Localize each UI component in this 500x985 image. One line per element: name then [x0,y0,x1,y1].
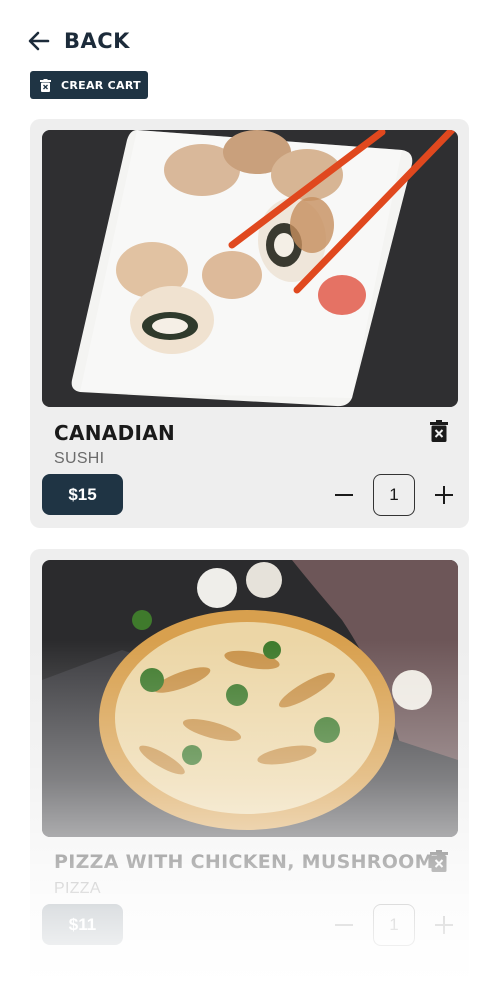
trash-icon [40,78,51,92]
clear-cart-label: CREAR CART [61,78,141,92]
quantity-field[interactable]: 1 [373,904,415,946]
plus-icon[interactable] [430,481,458,509]
item-category: PIZZA [54,880,101,897]
item-name: PIZZA WITH CHICKEN, MUSHROOMS [54,851,448,873]
cart-item-card: CANADIAN SUSHI $15 1 [30,119,469,528]
price-badge: $15 [42,474,123,515]
cart-item-card: PIZZA WITH CHICKEN, MUSHROOMS PIZZA $11 … [30,549,469,985]
minus-icon[interactable] [330,481,358,509]
back-button[interactable]: BACK [28,26,130,56]
back-label: BACK [64,29,130,53]
trash-icon[interactable] [430,420,448,442]
trash-icon[interactable] [430,850,448,872]
arrow-left-icon [28,31,50,51]
plus-icon[interactable] [430,911,458,939]
sushi-photo [42,130,458,407]
pizza-photo [42,560,458,837]
item-name: CANADIAN [54,421,176,445]
quantity-field[interactable]: 1 [373,474,415,516]
item-category: SUSHI [54,450,105,467]
price-badge: $11 [42,904,123,945]
minus-icon[interactable] [330,911,358,939]
clear-cart-button[interactable]: CREAR CART [30,71,148,99]
